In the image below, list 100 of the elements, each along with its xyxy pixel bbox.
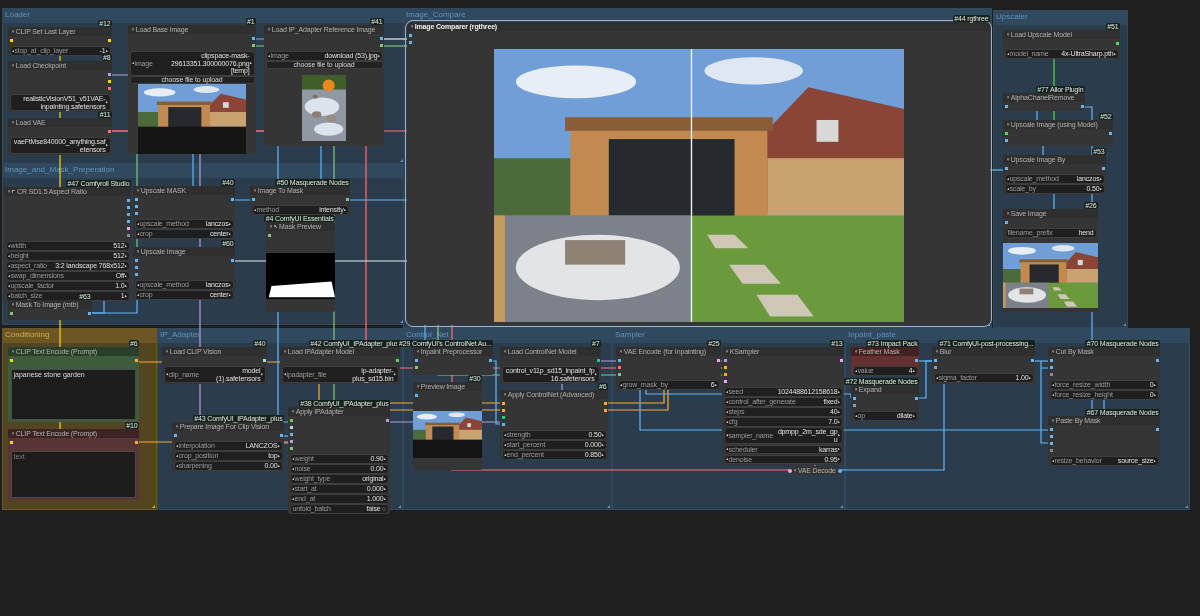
collapse-dot-icon[interactable] xyxy=(725,350,729,353)
input-port-icon[interactable] xyxy=(1004,167,1008,170)
output-port-icon[interactable] xyxy=(134,441,138,444)
input-port-icon[interactable] xyxy=(501,423,505,426)
left-arrow-icon[interactable] xyxy=(11,49,14,52)
input-port-icon[interactable] xyxy=(134,273,138,276)
collapse-dot-icon[interactable] xyxy=(410,25,414,28)
input-port-icon[interactable] xyxy=(267,234,271,237)
right-arrow-icon[interactable] xyxy=(229,222,232,225)
left-arrow-icon[interactable] xyxy=(935,376,938,379)
output-port-icon[interactable] xyxy=(230,259,234,262)
collapse-dot-icon[interactable] xyxy=(854,388,858,391)
left-arrow-icon[interactable] xyxy=(725,410,728,413)
output-port-icon[interactable] xyxy=(603,409,607,412)
input-port-icon[interactable] xyxy=(501,402,505,405)
right-arrow-icon[interactable] xyxy=(261,373,264,376)
output-port-icon[interactable] xyxy=(230,198,234,201)
output-port-icon[interactable] xyxy=(1080,105,1084,108)
output-port-icon[interactable] xyxy=(126,220,130,223)
left-arrow-icon[interactable] xyxy=(1006,52,1009,55)
left-arrow-icon[interactable] xyxy=(1051,393,1054,396)
output-port-icon[interactable] xyxy=(107,87,111,90)
right-arrow-icon[interactable] xyxy=(394,373,397,376)
output-port-icon[interactable] xyxy=(126,213,130,216)
left-arrow-icon[interactable] xyxy=(725,420,728,423)
left-arrow-icon[interactable] xyxy=(1051,459,1054,462)
collapse-dot-icon[interactable] xyxy=(1006,123,1010,126)
output-port-icon[interactable] xyxy=(839,359,843,362)
input-port-icon[interactable] xyxy=(9,312,13,315)
left-arrow-icon[interactable] xyxy=(253,208,256,211)
input-port-icon[interactable] xyxy=(1049,449,1053,452)
right-arrow-icon[interactable] xyxy=(229,293,232,296)
resize-handle-icon[interactable] xyxy=(398,505,401,508)
input-port-icon[interactable] xyxy=(134,212,138,215)
input-port-icon[interactable] xyxy=(501,416,505,419)
right-arrow-icon[interactable] xyxy=(1154,459,1157,462)
input-port-icon[interactable] xyxy=(933,366,937,369)
collapse-dot-icon[interactable] xyxy=(1051,350,1055,353)
input-port-icon[interactable] xyxy=(852,404,856,407)
output-port-icon[interactable] xyxy=(596,359,600,362)
left-arrow-icon[interactable] xyxy=(1051,383,1054,386)
collapse-dot-icon[interactable] xyxy=(131,28,135,31)
input-port-icon[interactable] xyxy=(9,441,13,444)
output-port-icon[interactable] xyxy=(126,234,130,237)
output-port-icon[interactable] xyxy=(279,434,283,437)
input-port-icon[interactable] xyxy=(289,447,293,450)
input-port-icon[interactable] xyxy=(289,433,293,436)
input-port-icon[interactable] xyxy=(1004,132,1008,135)
output-port-icon[interactable] xyxy=(1155,428,1159,431)
collapse-dot-icon[interactable] xyxy=(11,30,15,33)
left-arrow-icon[interactable] xyxy=(725,400,728,403)
left-arrow-icon[interactable] xyxy=(291,457,294,460)
input-port-icon[interactable] xyxy=(933,359,937,362)
right-arrow-icon[interactable] xyxy=(125,274,128,277)
right-arrow-icon[interactable] xyxy=(1100,187,1103,190)
right-arrow-icon[interactable] xyxy=(1029,376,1032,379)
input-port-icon[interactable] xyxy=(289,440,293,443)
collapse-dot-icon[interactable] xyxy=(11,350,15,353)
right-arrow-icon[interactable] xyxy=(125,294,128,297)
input-port-icon[interactable] xyxy=(9,359,13,362)
right-arrow-icon[interactable] xyxy=(250,62,253,65)
right-arrow-icon[interactable] xyxy=(838,434,841,437)
collapse-dot-icon[interactable] xyxy=(283,350,287,353)
left-arrow-icon[interactable] xyxy=(619,383,622,386)
left-arrow-icon[interactable] xyxy=(175,444,178,447)
collapse-dot-icon[interactable] xyxy=(267,28,271,31)
input-port-icon[interactable] xyxy=(134,266,138,269)
output-port-icon[interactable] xyxy=(126,206,130,209)
input-port-icon[interactable] xyxy=(289,426,293,429)
left-arrow-icon[interactable] xyxy=(854,369,857,372)
input-port-icon[interactable] xyxy=(1049,435,1053,438)
left-arrow-icon[interactable] xyxy=(725,458,728,461)
right-arrow-icon[interactable] xyxy=(913,369,916,372)
collapse-dot-icon[interactable] xyxy=(291,410,295,413)
resize-handle-icon[interactable] xyxy=(152,505,155,508)
right-arrow-icon[interactable] xyxy=(838,400,841,403)
output-port-icon[interactable] xyxy=(126,227,130,230)
collapse-dot-icon[interactable] xyxy=(619,350,623,353)
collapse-dot-icon[interactable] xyxy=(1006,96,1010,99)
input-port-icon[interactable] xyxy=(788,468,792,473)
input-port-icon[interactable] xyxy=(414,366,418,369)
output-port-icon[interactable] xyxy=(1101,167,1105,170)
left-arrow-icon[interactable] xyxy=(136,283,139,286)
output-port-icon[interactable] xyxy=(134,359,138,362)
input-port-icon[interactable] xyxy=(1004,105,1008,108)
collapse-dot-icon[interactable] xyxy=(11,64,15,67)
right-arrow-icon[interactable] xyxy=(384,467,387,470)
input-port-icon[interactable] xyxy=(1049,373,1053,376)
collapse-dot-icon[interactable] xyxy=(416,385,420,388)
input-port-icon[interactable] xyxy=(251,198,255,201)
collapse-dot-icon[interactable] xyxy=(1006,158,1010,161)
collapse-dot-icon[interactable] xyxy=(165,350,169,353)
collapse-dot-icon[interactable] xyxy=(175,425,179,428)
left-arrow-icon[interactable] xyxy=(7,264,10,267)
output-port-icon[interactable] xyxy=(1108,132,1112,135)
input-port-icon[interactable] xyxy=(852,397,856,400)
output-port-icon[interactable] xyxy=(914,397,918,400)
collapse-dot-icon[interactable] xyxy=(1051,419,1055,422)
resize-handle-icon[interactable] xyxy=(987,323,990,326)
input-port-icon[interactable] xyxy=(723,380,727,383)
